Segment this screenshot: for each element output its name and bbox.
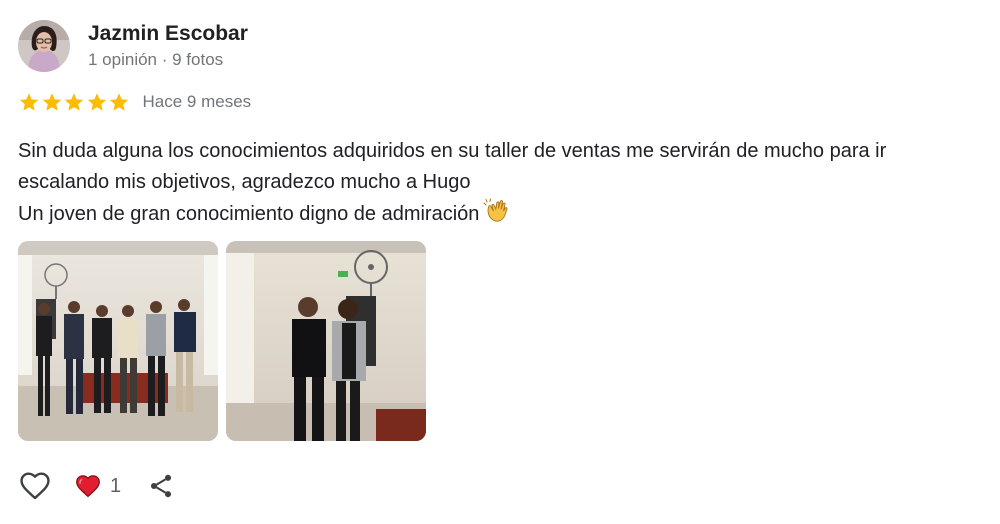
review-text: Sin duda alguna los conocimientos adquir… [18,136,993,234]
share-icon [151,474,172,498]
review-text-line: Sin duda alguna los conocimientos adquir… [18,140,887,162]
review-photo-group[interactable] [18,241,218,441]
review-actions: 1 [18,468,175,504]
star-icon [42,93,61,111]
review-text-line: escalando mis objetivos, agradezco mucho… [18,171,471,193]
avatar[interactable] [18,20,70,72]
share-button[interactable] [147,472,175,500]
star-icon [109,93,129,111]
review-text-line: Un joven de gran conocimiento digno de a… [18,203,480,225]
star-icon [87,93,106,111]
review-card: Jazmin Escobar 1 opinión · 9 fotos Hace … [0,0,1000,524]
star-icon [64,93,84,111]
review-date: Hace 9 meses [142,92,252,111]
reaction-button[interactable]: 1 [74,472,121,500]
star-icon [19,93,39,111]
review-photo-couple[interactable] [226,241,426,441]
clapping-hands-icon [483,198,509,234]
author-meta: 1 opinión · 9 fotos [88,50,224,69]
review-text-line-with-emoji: Un joven de gran conocimiento digno de a… [18,198,993,234]
rating-row: Hace 9 meses [18,90,251,114]
star-rating [18,91,131,113]
red-heart-icon [76,475,100,498]
reaction-count: 1 [110,474,122,497]
like-button[interactable] [18,469,52,503]
author-name[interactable]: Jazmin Escobar [88,22,248,46]
heart-outline-icon [20,472,50,500]
